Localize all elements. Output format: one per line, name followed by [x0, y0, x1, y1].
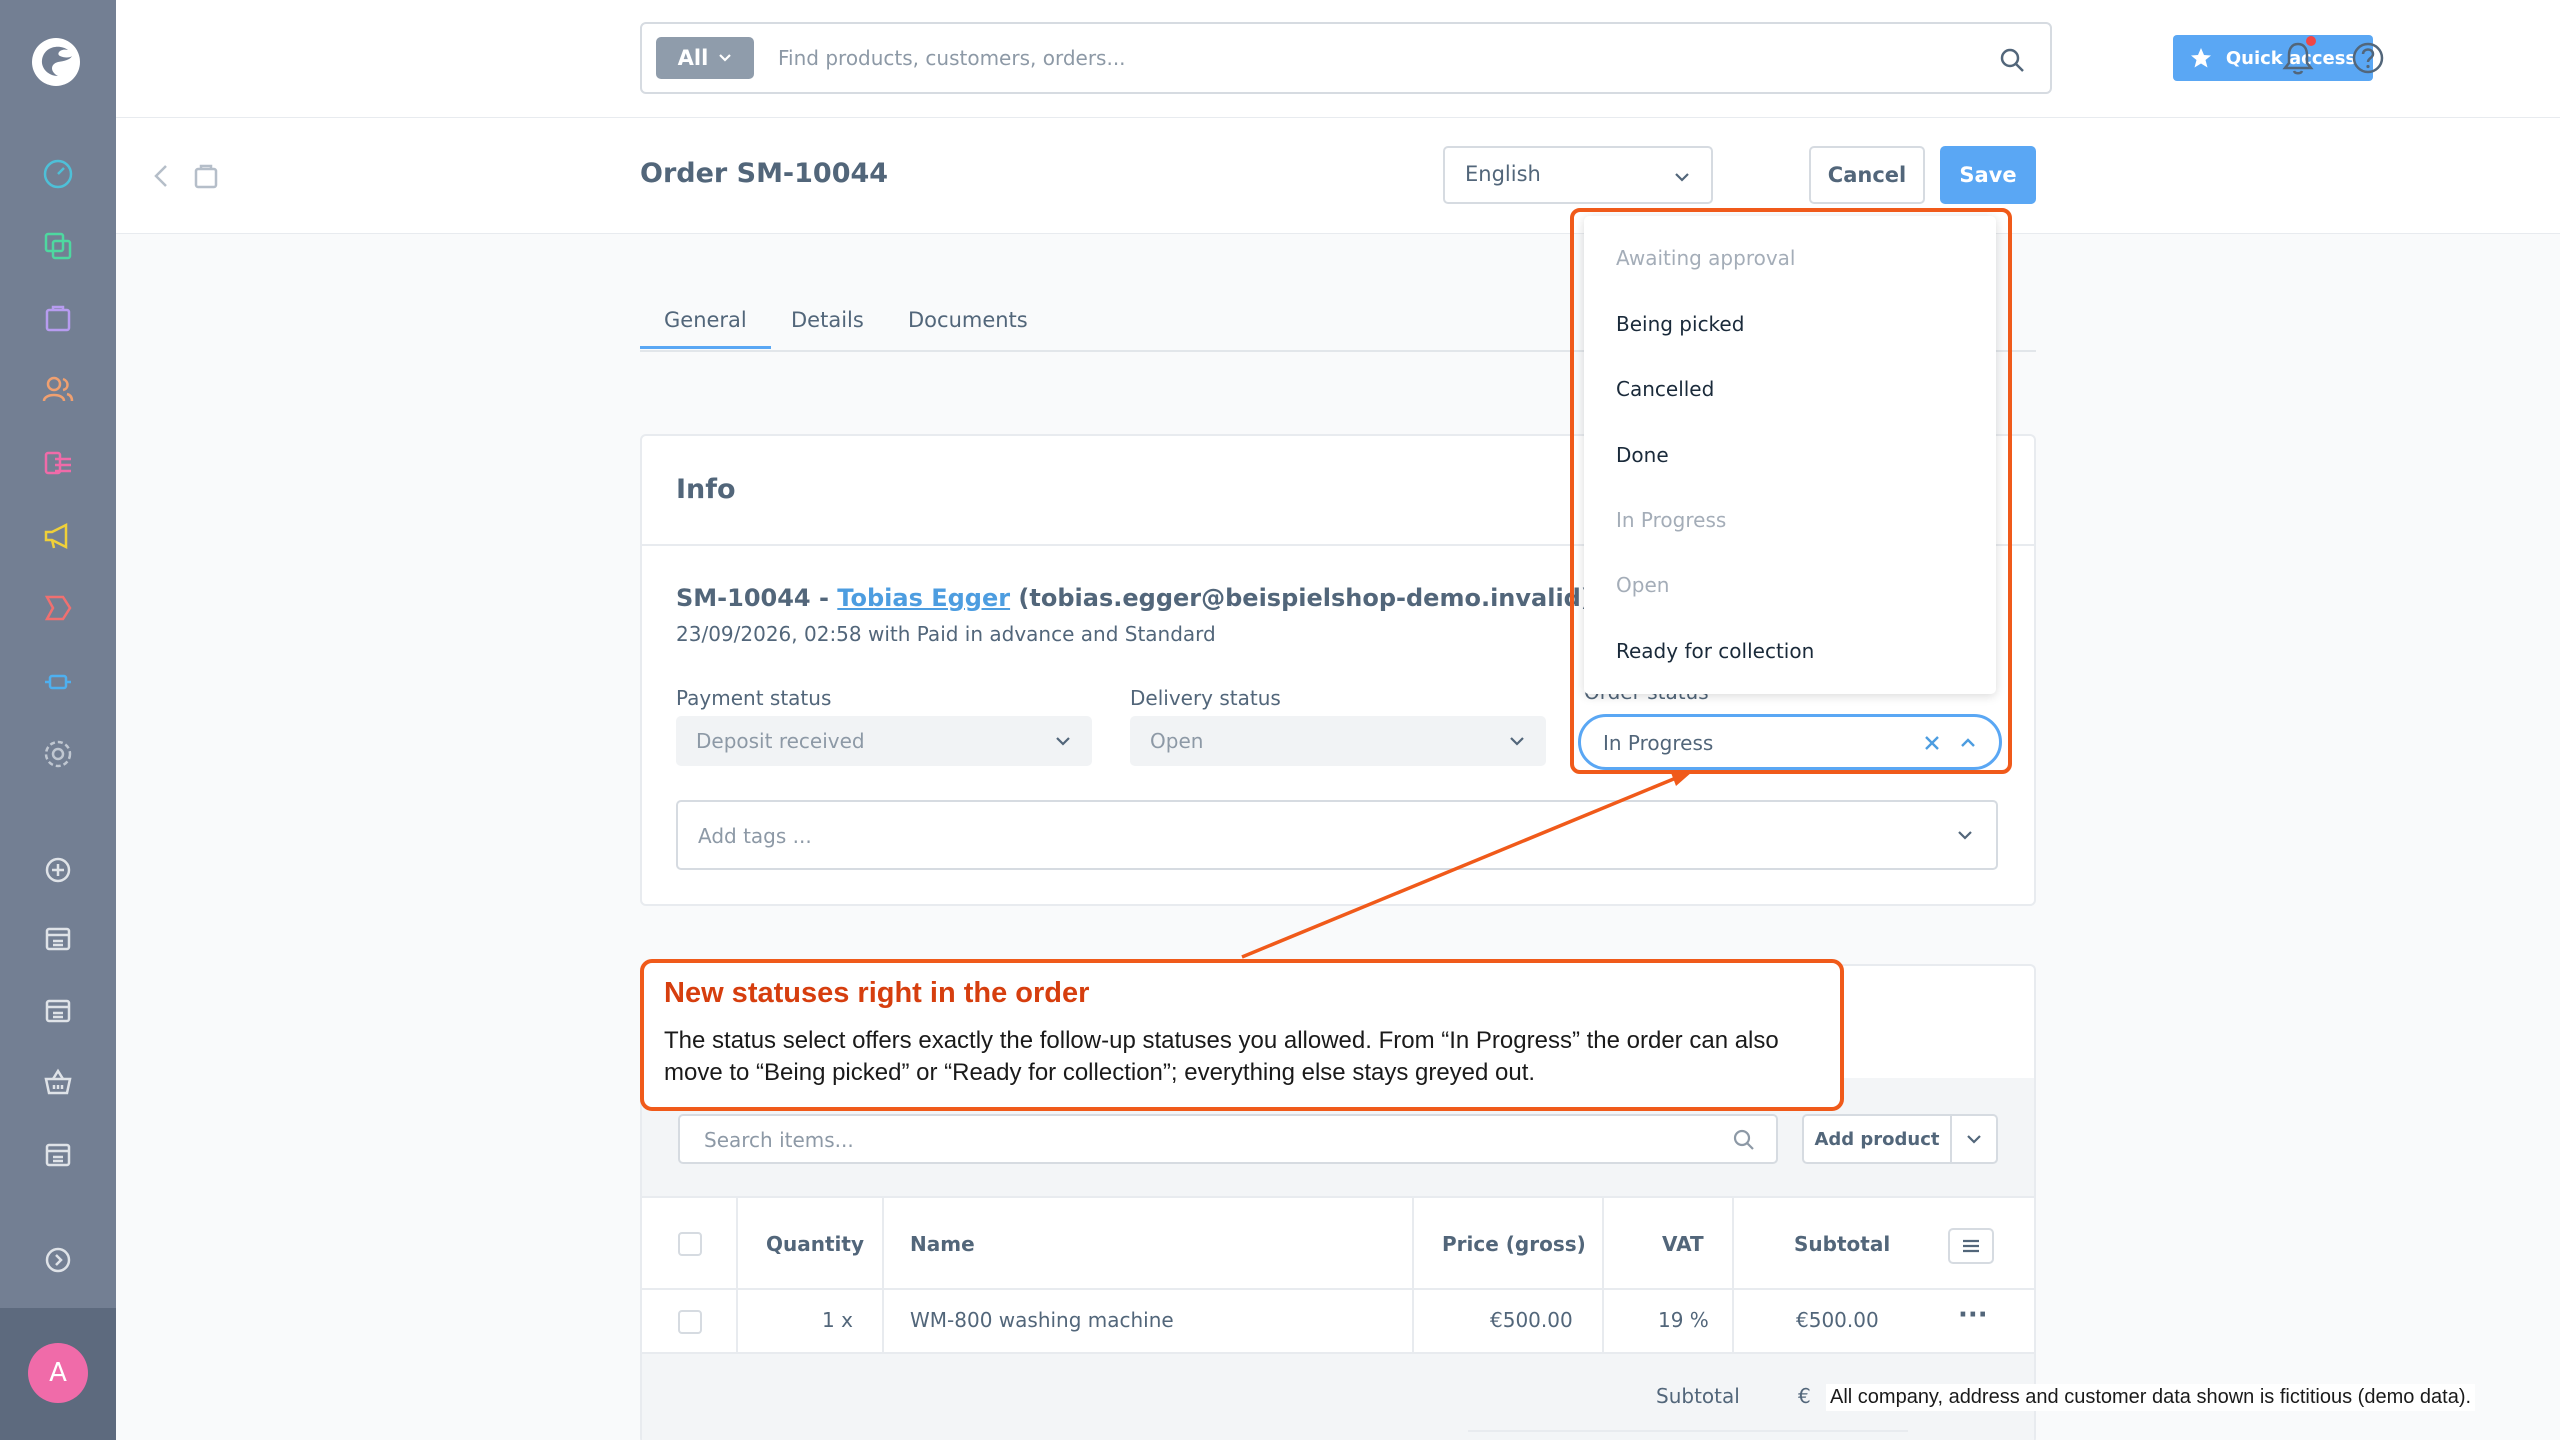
- expand-icon[interactable]: [38, 1240, 78, 1280]
- row-name: WM-800 washing machine: [910, 1308, 1174, 1332]
- divider: [736, 1290, 738, 1352]
- back-icon[interactable]: [146, 160, 176, 192]
- extensions-icon[interactable]: [38, 588, 78, 628]
- items-search-placeholder: Search items...: [704, 1128, 854, 1152]
- divider: [1602, 1290, 1604, 1352]
- search-scope-label: All: [677, 46, 709, 70]
- divider: [1732, 1290, 1734, 1352]
- plugin-icon[interactable]: [38, 662, 78, 702]
- sidebar: A: [0, 0, 116, 1440]
- marketing-icon[interactable]: [38, 516, 78, 556]
- chevron-down-icon: [719, 54, 732, 62]
- search-icon[interactable]: [1998, 46, 2026, 74]
- delivery-status-select[interactable]: Open: [1130, 716, 1546, 766]
- divider: [882, 1198, 884, 1288]
- column-name[interactable]: Name: [910, 1232, 975, 1256]
- row-subtotal: €500.00: [1796, 1308, 1879, 1332]
- divider: [1602, 1198, 1604, 1288]
- chevron-down-icon: [1675, 173, 1689, 182]
- settings-icon[interactable]: [38, 734, 78, 774]
- tab-documents[interactable]: Documents: [908, 308, 1028, 332]
- divider: [736, 1198, 738, 1288]
- star-icon: [2190, 48, 2211, 68]
- language-select[interactable]: English: [1443, 146, 1713, 204]
- tags-select[interactable]: Add tags ...: [676, 800, 1998, 870]
- storefront-icon[interactable]: [38, 918, 78, 958]
- chevron-down-icon: [1510, 737, 1524, 746]
- add-product-button[interactable]: Add product: [1802, 1114, 1952, 1164]
- payment-status-label: Payment status: [676, 686, 832, 710]
- dashboard-icon[interactable]: [38, 154, 78, 194]
- shopware-logo[interactable]: [30, 36, 82, 88]
- annotation-callout: New statuses right in the order The stat…: [640, 959, 1844, 1111]
- divider: [1412, 1290, 1414, 1352]
- info-card-title: Info: [676, 474, 736, 505]
- divider: [1468, 1430, 1908, 1432]
- divider: [882, 1290, 884, 1352]
- row-actions-icon[interactable]: ···: [1958, 1300, 1988, 1330]
- delivery-status-value: Open: [1150, 729, 1204, 753]
- avatar[interactable]: A: [28, 1343, 88, 1403]
- column-price[interactable]: Price (gross): [1442, 1232, 1586, 1256]
- storefront-icon[interactable]: [38, 990, 78, 1030]
- column-vat[interactable]: VAT: [1662, 1232, 1704, 1256]
- chevron-down-icon: [1958, 831, 1972, 840]
- row-quantity: 1 x: [822, 1308, 853, 1332]
- demo-disclaimer: All company, address and customer data s…: [1826, 1384, 2476, 1411]
- row-checkbox[interactable]: [678, 1310, 702, 1334]
- cancel-button[interactable]: Cancel: [1809, 146, 1925, 204]
- headless-icon[interactable]: [38, 1062, 78, 1102]
- divider: [1412, 1198, 1414, 1288]
- top-header: All Find products, customers, orders... …: [116, 0, 2560, 118]
- orders-icon: [194, 164, 218, 189]
- add-sales-channel-icon[interactable]: [38, 850, 78, 890]
- save-button[interactable]: Save: [1940, 146, 2036, 204]
- callout-text: The status select offers exactly the fol…: [664, 1027, 1779, 1086]
- chevron-down-icon: [1967, 1135, 1981, 1144]
- storefront-icon[interactable]: [38, 1134, 78, 1174]
- chevron-down-icon: [1056, 737, 1070, 746]
- order-number: SM-10044 -: [676, 584, 838, 612]
- row-price: €500.00: [1490, 1308, 1573, 1332]
- callout-title: New statuses right in the order: [664, 977, 1090, 1009]
- order-summary: SM-10044 - Tobias Egger (tobias.egger@be…: [676, 584, 1592, 612]
- payment-status-value: Deposit received: [696, 729, 865, 753]
- catalogue-icon[interactable]: [38, 226, 78, 266]
- row-vat: 19 %: [1658, 1308, 1709, 1332]
- content-icon[interactable]: [38, 444, 78, 484]
- help-icon[interactable]: [2348, 38, 2388, 78]
- search-scope-button[interactable]: All: [656, 37, 754, 79]
- payment-status-select[interactable]: Deposit received: [676, 716, 1092, 766]
- items-table-header: Quantity Name Price (gross) VAT Subtotal: [642, 1196, 2034, 1290]
- customer-link[interactable]: Tobias Egger: [837, 584, 1010, 612]
- customer-email: (tobias.egger@beispielshop-demo.invalid): [1010, 584, 1592, 612]
- smart-bar: Order SM-10044 English Cancel Save: [116, 118, 2560, 234]
- tab-general[interactable]: General: [640, 308, 771, 349]
- search-input[interactable]: Find products, customers, orders...: [778, 46, 1126, 70]
- subtotal-label: Subtotal: [1656, 1384, 1740, 1408]
- search-icon: [1733, 1129, 1754, 1150]
- column-subtotal[interactable]: Subtotal: [1794, 1232, 1890, 1256]
- list-icon: [1963, 1239, 1979, 1253]
- items-search-input[interactable]: Search items...: [678, 1114, 1778, 1164]
- order-meta: 23/09/2026, 02:58 with Paid in advance a…: [676, 622, 1216, 646]
- orders-icon[interactable]: [38, 298, 78, 338]
- column-quantity[interactable]: Quantity: [766, 1232, 864, 1256]
- language-value: English: [1465, 162, 1541, 186]
- column-settings-button[interactable]: [1948, 1228, 1994, 1264]
- tags-placeholder: Add tags ...: [698, 824, 812, 848]
- page-title: Order SM-10044: [640, 158, 889, 189]
- add-product-menu-button[interactable]: [1950, 1114, 1998, 1164]
- divider: [1732, 1198, 1734, 1288]
- delivery-status-label: Delivery status: [1130, 686, 1281, 710]
- notification-dot: [2306, 36, 2316, 46]
- global-search[interactable]: All Find products, customers, orders...: [640, 22, 2052, 94]
- highlight-frame: [1570, 208, 2012, 774]
- tab-details[interactable]: Details: [791, 308, 864, 332]
- customers-icon[interactable]: [38, 370, 78, 410]
- select-all-checkbox[interactable]: [678, 1232, 702, 1256]
- table-row: 1 x WM-800 washing machine €500.00 19 % …: [642, 1290, 2034, 1354]
- subtotal-value: €: [1798, 1384, 1811, 1408]
- quick-access-button[interactable]: Quick access: [2173, 35, 2373, 81]
